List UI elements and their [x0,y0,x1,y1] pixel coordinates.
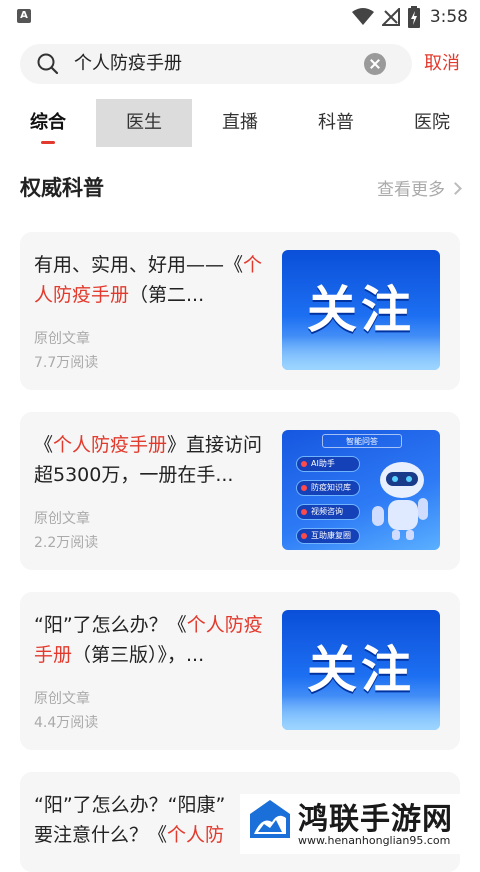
title-text: “阳”了怎么办？《 [34,614,187,636]
tab-live[interactable]: 直播 [192,99,288,147]
article-source: 原创文章 [34,331,90,347]
article-title: 有用、实用、好用——《个人防疫手册（第二... [34,250,270,310]
tab-science[interactable]: 科普 [288,99,384,147]
no-signal-icon [381,8,400,26]
title-text: （第二... [129,284,205,306]
tab-label: 科普 [318,112,354,133]
thumbnail-header: 智能问答 [322,434,402,448]
article-source: 原创文章 [34,691,90,707]
cancel-button[interactable]: 取消 [424,52,460,76]
see-more-link[interactable]: 查看更多 [377,175,462,200]
thumbnail-item: AI助手 [296,456,360,472]
tab-label: 综合 [30,112,66,133]
title-highlight: 个人防疫手册 [53,434,168,456]
tab-hospital[interactable]: 医院 [384,99,480,147]
article-card[interactable]: 《个人防疫手册》直接访问超5300万，一册在手... 原创文章 2.2万阅读 智… [20,412,460,570]
tab-label: 医生 [126,112,162,133]
status-icons: 3:58 [351,5,468,29]
thumbnail-text: 关注 [307,281,415,339]
article-source: 原创文章 [34,511,90,527]
wifi-icon [351,8,374,25]
title-text: “阳”了怎么办？“阳康” [34,794,226,816]
site-logo-icon [250,800,290,838]
title-text: 有用、实用、好用——《 [34,254,244,276]
thumbnail-item: 互助康复圈 [296,528,360,544]
thumbnail-item: 视频咨询 [296,504,360,520]
article-reads: 2.2万阅读 [34,535,99,551]
chevron-right-icon [449,182,462,195]
watermark-name: 鸿联手游网 [298,802,453,837]
search-icon [37,53,59,75]
title-highlight: 个人防 [167,824,225,846]
article-thumbnail: 智能问答 AI助手 防疫知识库 视频咨询 互助康复圈 [282,430,440,550]
status-bar: A 3:58 [0,0,480,34]
active-tab-indicator [41,141,55,144]
article-card[interactable]: “阳”了怎么办？《个人防疫手册（第三版）》，... 原创文章 4.4万阅读 关注 [20,592,460,750]
search-input[interactable]: 个人防疫手册 [20,44,412,84]
watermark: 鸿联手游网 www.henanhonglian95.com [240,794,480,854]
section-header: 权威科普 查看更多 [0,170,480,204]
section-title: 权威科普 [20,176,104,200]
search-query: 个人防疫手册 [74,53,182,74]
article-title: 《个人防疫手册》直接访问超5300万，一册在手... [34,430,270,490]
title-text: 要注意什么？《 [34,824,168,846]
robot-icon [372,462,428,540]
battery-charging-icon [407,6,420,28]
search-row: 个人防疫手册 取消 [0,44,480,88]
title-text: 《 [34,434,54,456]
skyline-decoration [282,696,440,730]
clock: 3:58 [429,7,468,27]
article-thumbnail: 关注 [282,610,440,730]
tab-comprehensive[interactable]: 综合 [0,99,96,147]
clear-search-icon[interactable] [364,53,386,75]
article-title: “阳”了怎么办？《个人防疫手册（第三版）》，... [34,610,270,670]
tab-label: 直播 [222,112,258,133]
tab-label: 医院 [414,112,450,133]
thumbnail-item: 防疫知识库 [296,480,360,496]
category-tabs: 综合 医生 直播 科普 医院 [0,99,480,149]
see-more-label: 查看更多 [377,180,445,200]
watermark-url: www.henanhonglian95.com [298,834,451,847]
thumbnail-text: 关注 [307,641,415,699]
title-text: （第三版）》，... [72,644,205,666]
skyline-decoration [282,336,440,370]
article-reads: 4.4万阅读 [34,715,99,731]
article-card[interactable]: 有用、实用、好用——《个人防疫手册（第二... 原创文章 7.7万阅读 关注 [20,232,460,390]
article-thumbnail: 关注 [282,250,440,370]
app-notification-icon: A [17,9,31,23]
tab-doctor[interactable]: 医生 [96,99,192,147]
article-reads: 7.7万阅读 [34,355,99,371]
